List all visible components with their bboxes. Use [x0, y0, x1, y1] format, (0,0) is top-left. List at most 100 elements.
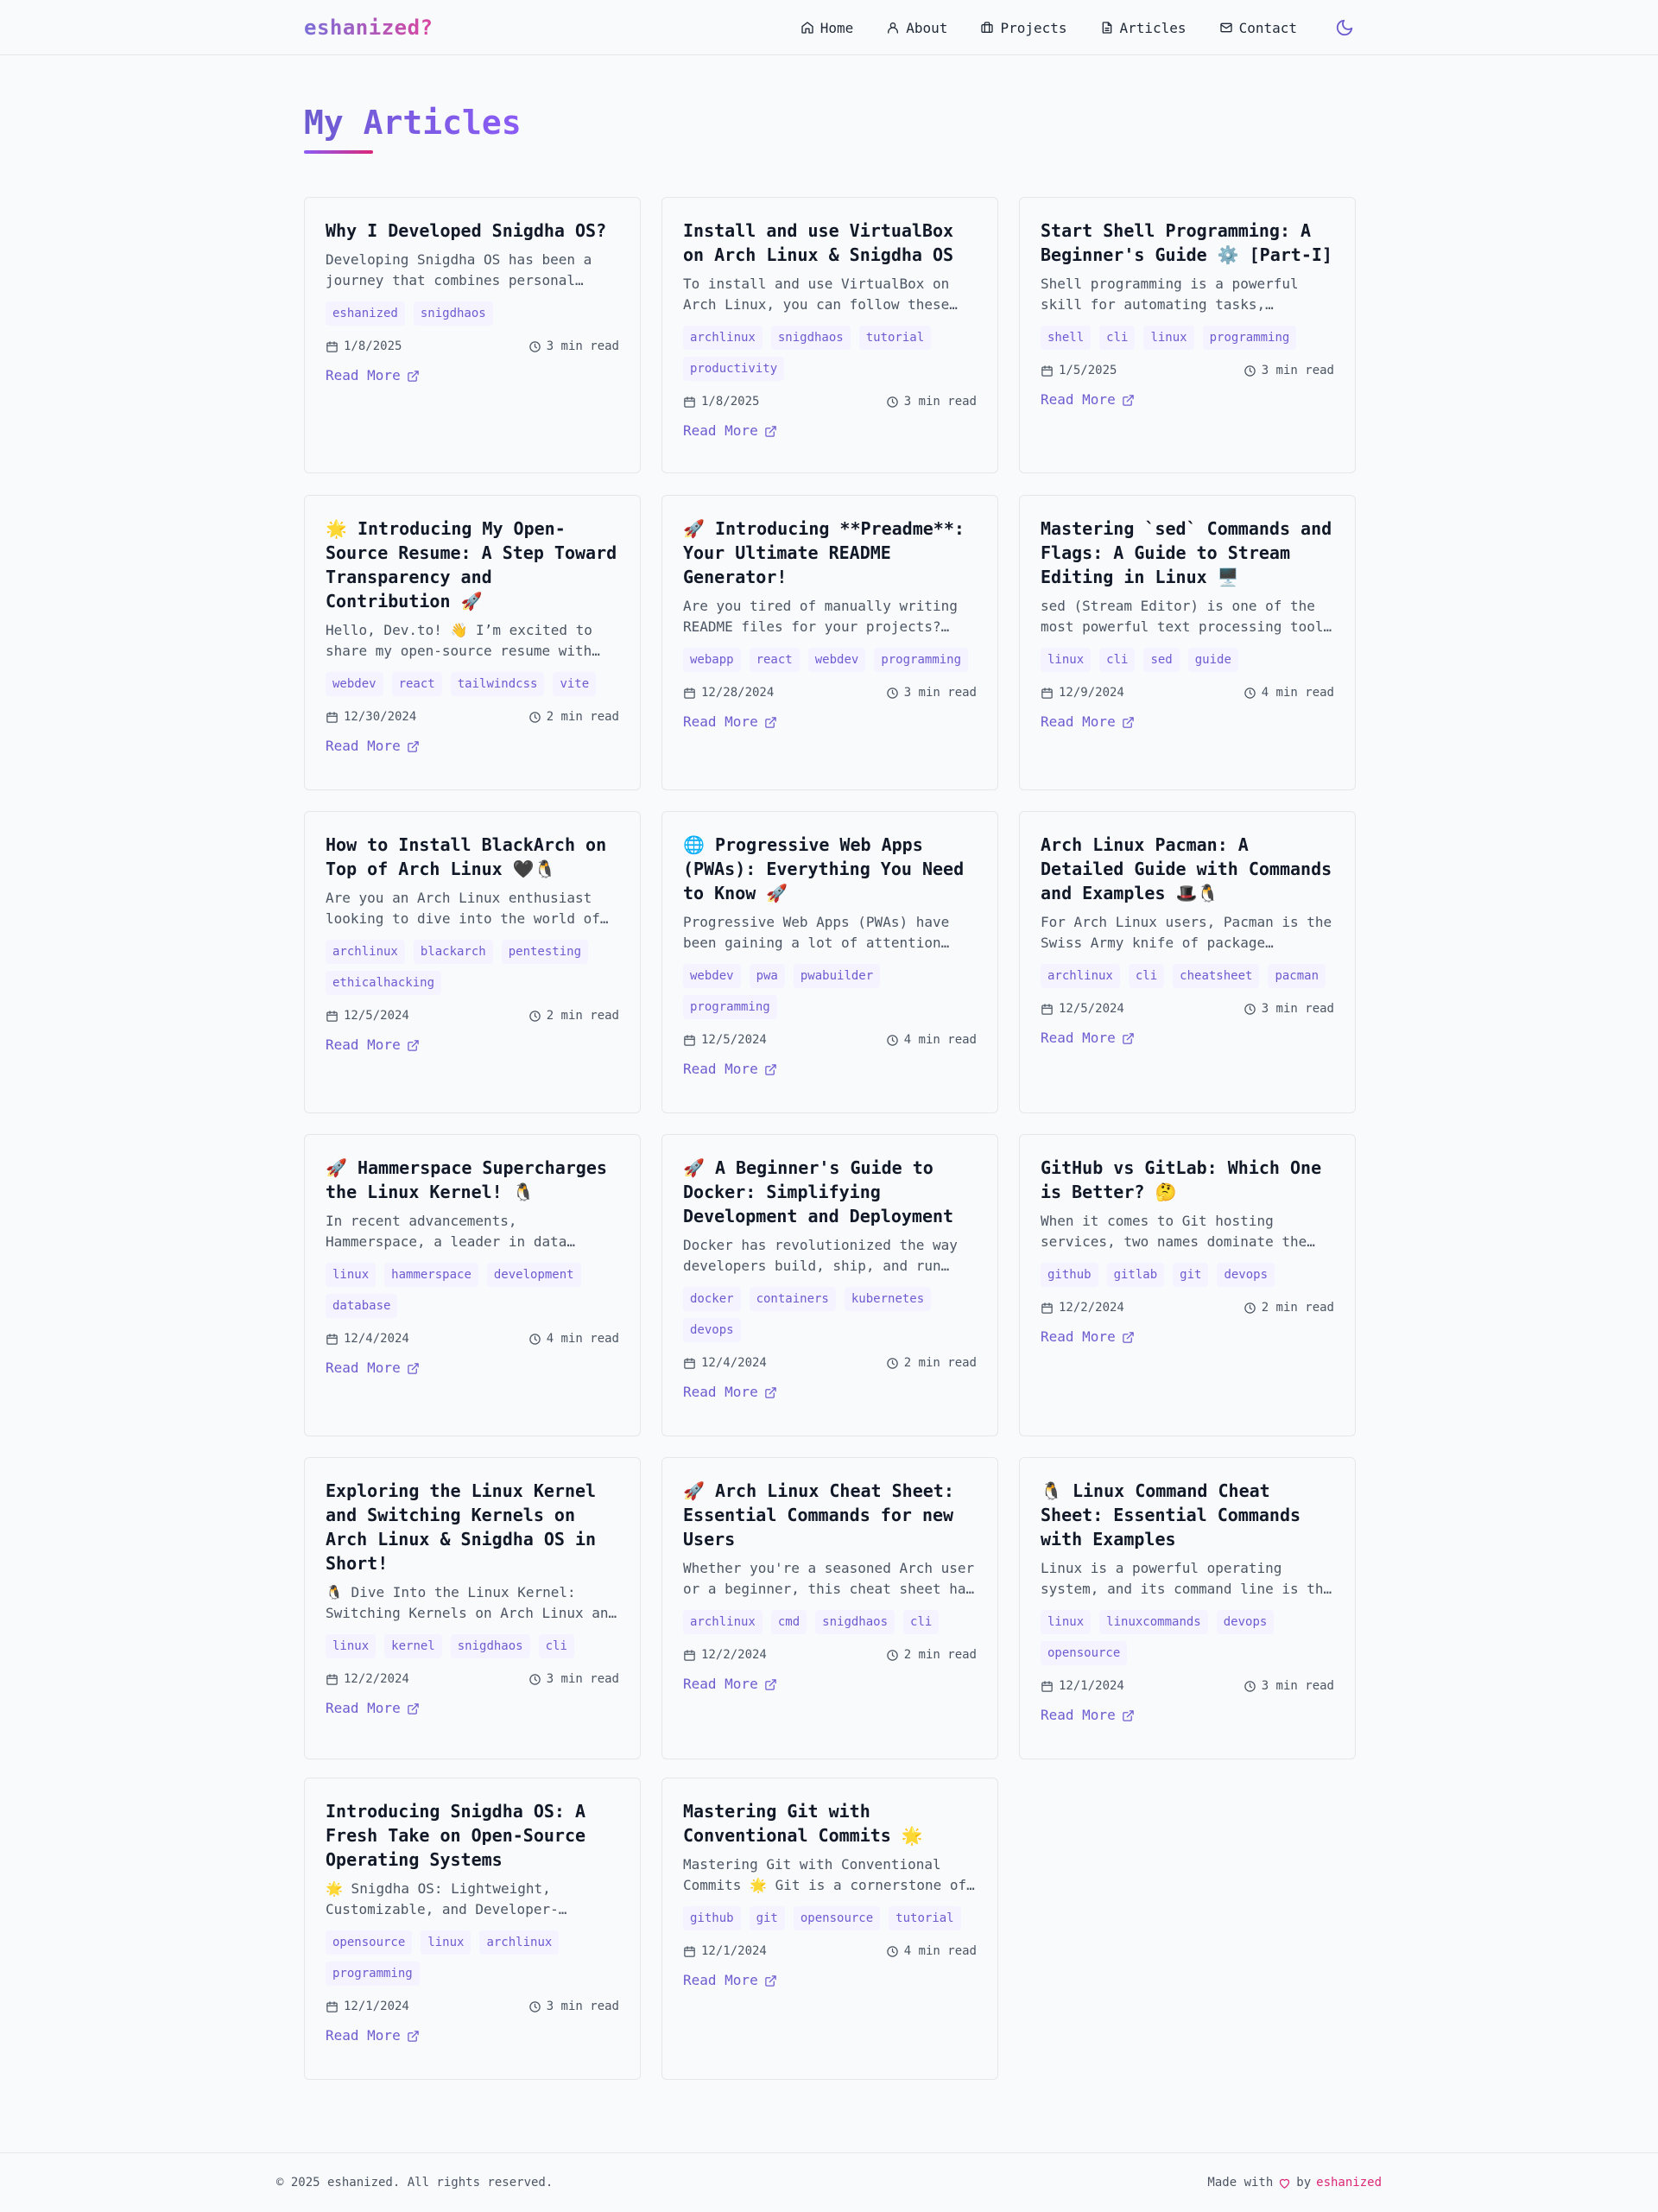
- article-tag[interactable]: gitlab: [1106, 1263, 1165, 1287]
- article-title[interactable]: Mastering Git with Conventional Commits …: [683, 1799, 977, 1848]
- article-title[interactable]: 🚀 Arch Linux Cheat Sheet: Essential Comm…: [683, 1479, 977, 1551]
- site-logo[interactable]: eshanized?: [304, 16, 433, 40]
- author-link[interactable]: eshanized: [1316, 2176, 1382, 2190]
- article-tag[interactable]: snigdhaos: [413, 301, 493, 326]
- read-more-link[interactable]: Read More: [1041, 390, 1135, 410]
- article-tag[interactable]: sed: [1143, 648, 1180, 672]
- read-more-link[interactable]: Read More: [1041, 1705, 1135, 1726]
- article-tag[interactable]: archlinux: [683, 1610, 763, 1634]
- read-more-link[interactable]: Read More: [326, 365, 420, 386]
- article-title[interactable]: Why I Developed Snigdha OS?: [326, 219, 619, 243]
- article-card[interactable]: Why I Developed Snigdha OS? Developing Sn…: [304, 197, 641, 473]
- article-card[interactable]: 🌟 Introducing My Open-Source Resume: A S…: [304, 495, 641, 790]
- article-tag[interactable]: ethicalhacking: [326, 971, 442, 995]
- article-tag[interactable]: development: [486, 1263, 581, 1287]
- article-tag[interactable]: github: [683, 1906, 741, 1930]
- article-tag[interactable]: cli: [1099, 648, 1136, 672]
- article-tag[interactable]: snigdhaos: [450, 1634, 530, 1658]
- article-tag[interactable]: linux: [1041, 1610, 1092, 1634]
- article-tag[interactable]: tutorial: [858, 326, 932, 350]
- read-more-link[interactable]: Read More: [683, 1674, 777, 1695]
- article-title[interactable]: 🐧 Linux Command Cheat Sheet: Essential C…: [1041, 1479, 1334, 1551]
- article-card[interactable]: 🐧 Linux Command Cheat Sheet: Essential C…: [1019, 1457, 1356, 1759]
- article-card[interactable]: 🚀 Introducing **Preadme**: Your Ultimate…: [661, 495, 998, 790]
- read-more-link[interactable]: Read More: [683, 421, 777, 441]
- read-more-link[interactable]: Read More: [683, 1970, 777, 1991]
- article-card[interactable]: GitHub vs GitLab: Which One is Better? 🤔…: [1019, 1134, 1356, 1436]
- nav-articles[interactable]: Articles: [1100, 20, 1187, 36]
- read-more-link[interactable]: Read More: [326, 1698, 420, 1719]
- article-tag[interactable]: database: [326, 1294, 398, 1318]
- article-card[interactable]: Mastering `sed` Commands and Flags: A Gu…: [1019, 495, 1356, 790]
- read-more-link[interactable]: Read More: [326, 1358, 420, 1379]
- article-tag[interactable]: opensource: [326, 1930, 413, 1955]
- article-tag[interactable]: git: [1173, 1263, 1209, 1287]
- read-more-link[interactable]: Read More: [326, 1035, 420, 1055]
- article-card[interactable]: Mastering Git with Conventional Commits …: [661, 1778, 998, 2080]
- article-tag[interactable]: linux: [326, 1634, 377, 1658]
- article-card[interactable]: Exploring the Linux Kernel and Switching…: [304, 1457, 641, 1759]
- article-tag[interactable]: cmd: [770, 1610, 807, 1634]
- article-tag[interactable]: programming: [1202, 326, 1297, 350]
- theme-toggle-button[interactable]: [1335, 18, 1354, 37]
- article-tag[interactable]: kubernetes: [844, 1287, 932, 1311]
- article-tag[interactable]: archlinux: [1041, 964, 1120, 988]
- article-title[interactable]: Exploring the Linux Kernel and Switching…: [326, 1479, 619, 1575]
- nav-about[interactable]: About: [886, 20, 947, 36]
- article-title[interactable]: 🚀 A Beginner's Guide to Docker: Simplify…: [683, 1156, 977, 1228]
- article-tag[interactable]: programming: [326, 1962, 420, 1986]
- article-tag[interactable]: archlinux: [479, 1930, 560, 1955]
- read-more-link[interactable]: Read More: [683, 1059, 777, 1080]
- read-more-link[interactable]: Read More: [326, 2025, 420, 2046]
- article-tag[interactable]: pentesting: [501, 940, 589, 964]
- article-card[interactable]: Introducing Snigdha OS: A Fresh Take on …: [304, 1778, 641, 2080]
- article-tag[interactable]: linux: [421, 1930, 471, 1955]
- article-title[interactable]: 🚀 Introducing **Preadme**: Your Ultimate…: [683, 517, 977, 589]
- article-tag[interactable]: programming: [683, 995, 777, 1019]
- article-tag[interactable]: pwabuilder: [793, 964, 881, 988]
- article-title[interactable]: Start Shell Programming: A Beginner's Gu…: [1041, 219, 1334, 267]
- article-tag[interactable]: devops: [1216, 1610, 1275, 1634]
- article-card[interactable]: 🚀 A Beginner's Guide to Docker: Simplify…: [661, 1134, 998, 1436]
- article-title[interactable]: Install and use VirtualBox on Arch Linux…: [683, 219, 977, 267]
- article-tag[interactable]: pacman: [1268, 964, 1326, 988]
- article-tag[interactable]: programming: [874, 648, 969, 672]
- article-tag[interactable]: kernel: [384, 1634, 442, 1658]
- article-tag[interactable]: opensource: [793, 1906, 881, 1930]
- read-more-link[interactable]: Read More: [326, 736, 420, 757]
- article-card[interactable]: Arch Linux Pacman: A Detailed Guide with…: [1019, 811, 1356, 1113]
- article-tag[interactable]: containers: [749, 1287, 836, 1311]
- article-tag[interactable]: guide: [1187, 648, 1238, 672]
- article-card[interactable]: 🌐 Progressive Web Apps (PWAs): Everythin…: [661, 811, 998, 1113]
- article-tag[interactable]: cli: [1128, 964, 1165, 988]
- article-tag[interactable]: opensource: [1041, 1641, 1128, 1665]
- read-more-link[interactable]: Read More: [683, 1382, 777, 1403]
- article-title[interactable]: 🚀 Hammerspace Supercharges the Linux Ker…: [326, 1156, 619, 1204]
- article-title[interactable]: Mastering `sed` Commands and Flags: A Gu…: [1041, 517, 1334, 589]
- article-tag[interactable]: tutorial: [889, 1906, 961, 1930]
- article-title[interactable]: Introducing Snigdha OS: A Fresh Take on …: [326, 1799, 619, 1872]
- article-tag[interactable]: pwa: [749, 964, 785, 988]
- article-tag[interactable]: docker: [683, 1287, 741, 1311]
- read-more-link[interactable]: Read More: [1041, 1028, 1135, 1049]
- article-tag[interactable]: hammerspace: [384, 1263, 478, 1287]
- article-tag[interactable]: linuxcommands: [1099, 1610, 1208, 1634]
- article-tag[interactable]: github: [1041, 1263, 1098, 1287]
- article-tag[interactable]: cli: [538, 1634, 574, 1658]
- article-tag[interactable]: git: [749, 1906, 785, 1930]
- article-tag[interactable]: webapp: [683, 648, 741, 672]
- article-tag[interactable]: webdev: [683, 964, 741, 988]
- article-tag[interactable]: vite: [553, 672, 597, 696]
- article-card[interactable]: How to Install BlackArch on Top of Arch …: [304, 811, 641, 1113]
- article-tag[interactable]: snigdhaos: [815, 1610, 895, 1634]
- article-card[interactable]: Install and use VirtualBox on Arch Linux…: [661, 197, 998, 473]
- article-tag[interactable]: snigdhaos: [770, 326, 851, 350]
- article-tag[interactable]: productivity: [683, 357, 785, 381]
- read-more-link[interactable]: Read More: [1041, 1327, 1135, 1347]
- article-title[interactable]: 🌟 Introducing My Open-Source Resume: A S…: [326, 517, 619, 613]
- article-tag[interactable]: shell: [1041, 326, 1092, 350]
- article-title[interactable]: GitHub vs GitLab: Which One is Better? 🤔: [1041, 1156, 1334, 1204]
- article-tag[interactable]: linux: [1143, 326, 1194, 350]
- article-tag[interactable]: react: [391, 672, 442, 696]
- article-tag[interactable]: webdev: [326, 672, 383, 696]
